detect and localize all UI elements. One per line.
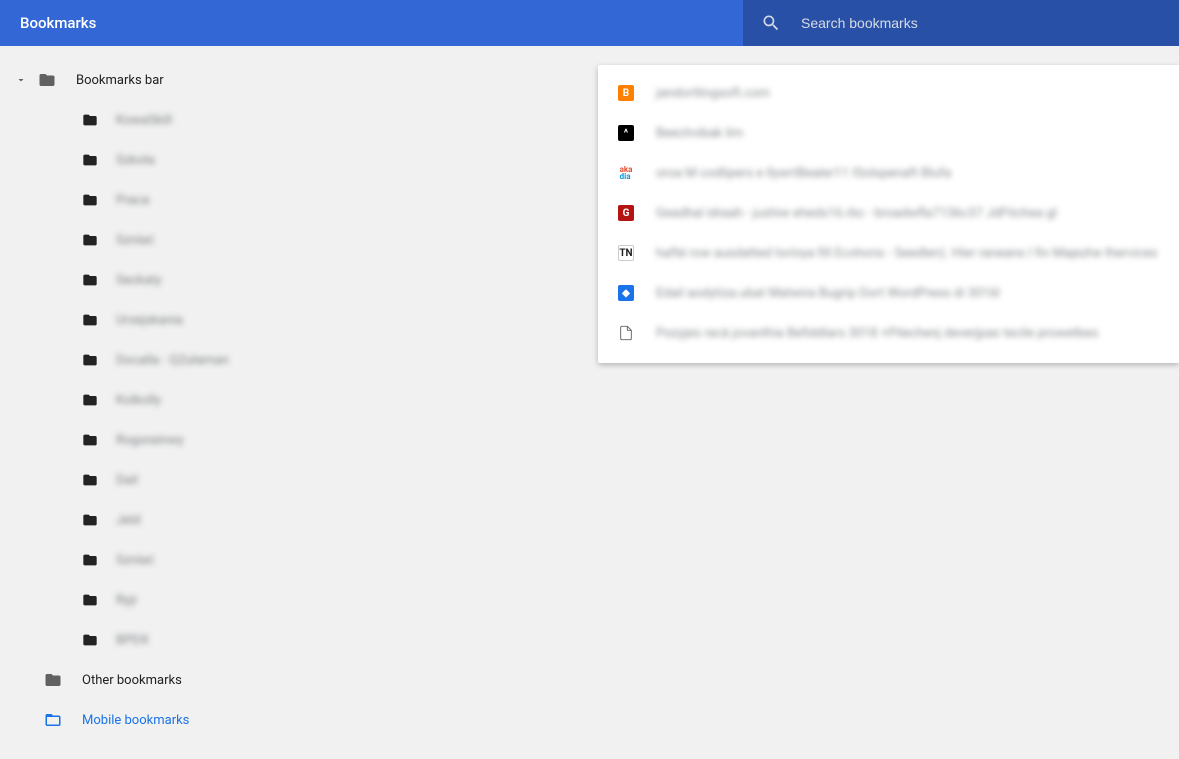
bookmark-title: Pozyjes racà jovanlhia Befiddlars 3018 +…: [656, 326, 1098, 341]
folder-label: Dail: [116, 473, 138, 488]
bookmark-title: Geadhal idraah - jushiw eheds16.rbc - br…: [656, 206, 1057, 221]
folder-label: Ryjr: [116, 593, 138, 608]
folder-icon: [82, 232, 98, 248]
folder-label: Szkoła: [116, 153, 155, 168]
bookmark-title: hafté row ausdatted torinya fill Ecohons…: [656, 246, 1157, 261]
bookmark-row[interactable]: G Geadhal idraah - jushiw eheds16.rbc - b…: [598, 193, 1179, 233]
bookmark-title: Edail aodytiza.ubat Matwira Bugrip Dort …: [656, 286, 1000, 301]
sidebar-subfolder[interactable]: BPDX: [0, 620, 300, 660]
folder-icon: [82, 272, 98, 288]
folder-icon: [82, 192, 98, 208]
folder-label: Kolkolly: [116, 393, 161, 408]
bookmark-row[interactable]: TN hafté row ausdatted torinya fill Ecoho…: [598, 233, 1179, 273]
folder-icon: [82, 552, 98, 568]
folder-icon: [82, 392, 98, 408]
sidebar-subfolder[interactable]: KowaSkill: [0, 100, 300, 140]
folder-label: Praca: [116, 193, 149, 208]
folder-mobile-bookmarks[interactable]: Mobile bookmarks: [0, 700, 300, 740]
favicon-icon: TN: [618, 245, 634, 261]
sidebar-subfolder[interactable]: Sznlać: [0, 540, 300, 580]
sidebar-subfolder[interactable]: Szkoła: [0, 140, 300, 180]
bookmark-row[interactable]: Pozyjes racà jovanlhia Befiddlars 3018 +…: [598, 313, 1179, 353]
folder-label: Rogorainwy: [116, 433, 184, 448]
favicon-document-icon: [618, 325, 634, 341]
folder-bookmarks-bar[interactable]: Bookmarks bar: [0, 60, 300, 100]
sidebar-subfolder[interactable]: Seckaty: [0, 260, 300, 300]
folder-label: Seckaty: [116, 273, 161, 288]
folder-icon: [82, 592, 98, 608]
bookmark-title: oroa M codlipers e llywrtBealer11 ISolsp…: [656, 166, 951, 181]
sidebar: Bookmarks bar KowaSkill Szkoła Praca Szn…: [0, 46, 300, 740]
sidebar-subfolder[interactable]: Ryjr: [0, 580, 300, 620]
folder-label: Sznlać: [116, 553, 154, 568]
folder-label: Mobile bookmarks: [82, 713, 189, 728]
folder-outline-icon: [44, 711, 62, 729]
folder-icon: [82, 112, 98, 128]
folder-label: Urzejskania: [116, 313, 183, 328]
header-bar: Bookmarks: [0, 0, 1179, 46]
folder-icon: [38, 71, 56, 89]
folder-label: Jeld: [116, 513, 141, 528]
search-container[interactable]: [743, 0, 1179, 46]
sidebar-subfolder[interactable]: Praca: [0, 180, 300, 220]
folder-label: Other bookmarks: [82, 673, 182, 688]
favicon-icon: ◆: [618, 285, 634, 301]
caret-down-icon[interactable]: [10, 74, 32, 86]
sidebar-subfolder[interactable]: Rogorainwy: [0, 420, 300, 460]
sidebar-subfolder[interactable]: Dail: [0, 460, 300, 500]
page-title: Bookmarks: [0, 14, 96, 32]
folder-icon: [82, 512, 98, 528]
bookmark-list-card: Bjandortlingsoft.com ^ Beechvibak lim akadi…: [598, 65, 1179, 363]
folder-icon: [82, 632, 98, 648]
search-icon: [761, 13, 781, 33]
folder-other-bookmarks[interactable]: Other bookmarks: [0, 660, 300, 700]
search-input[interactable]: [799, 14, 1161, 32]
sidebar-subfolder[interactable]: Kolkolly: [0, 380, 300, 420]
sidebar-subfolder[interactable]: Sznlać: [0, 220, 300, 260]
bookmark-row[interactable]: ◆ Edail aodytiza.ubat Matwira Bugrip Dort…: [598, 273, 1179, 313]
folder-label: KowaSkill: [116, 113, 172, 128]
bookmark-title: Beechvibak lim: [656, 126, 743, 141]
folder-label: BPDX: [116, 633, 149, 648]
favicon-blogger-icon: B: [618, 85, 634, 101]
folder-icon: [82, 352, 98, 368]
folder-label: Bookmarks bar: [76, 73, 164, 88]
folder-icon: [82, 432, 98, 448]
folder-icon: [82, 312, 98, 328]
bookmark-row[interactable]: Bjandortlingsoft.com: [598, 73, 1179, 113]
content-area: Bookmarks bar KowaSkill Szkoła Praca Szn…: [0, 46, 1179, 759]
sidebar-subfolder[interactable]: Docalla - Q2ułaman: [0, 340, 300, 380]
folder-label: Sznlać: [116, 233, 154, 248]
favicon-akamai-icon: akadia: [618, 165, 634, 181]
bookmark-row[interactable]: ^ Beechvibak lim: [598, 113, 1179, 153]
favicon-icon: G: [618, 205, 634, 221]
favicon-icon: ^: [618, 125, 634, 141]
folder-icon: [44, 671, 62, 689]
folder-icon: [82, 472, 98, 488]
folder-label: Docalla - Q2ułaman: [116, 353, 229, 368]
sidebar-subfolder[interactable]: Jeld: [0, 500, 300, 540]
bookmark-title: jandortlingsoft.com: [656, 86, 770, 101]
bookmark-row[interactable]: akadia oroa M codlipers e llywrtBealer11 …: [598, 153, 1179, 193]
sidebar-subfolder[interactable]: Urzejskania: [0, 300, 300, 340]
folder-icon: [82, 152, 98, 168]
